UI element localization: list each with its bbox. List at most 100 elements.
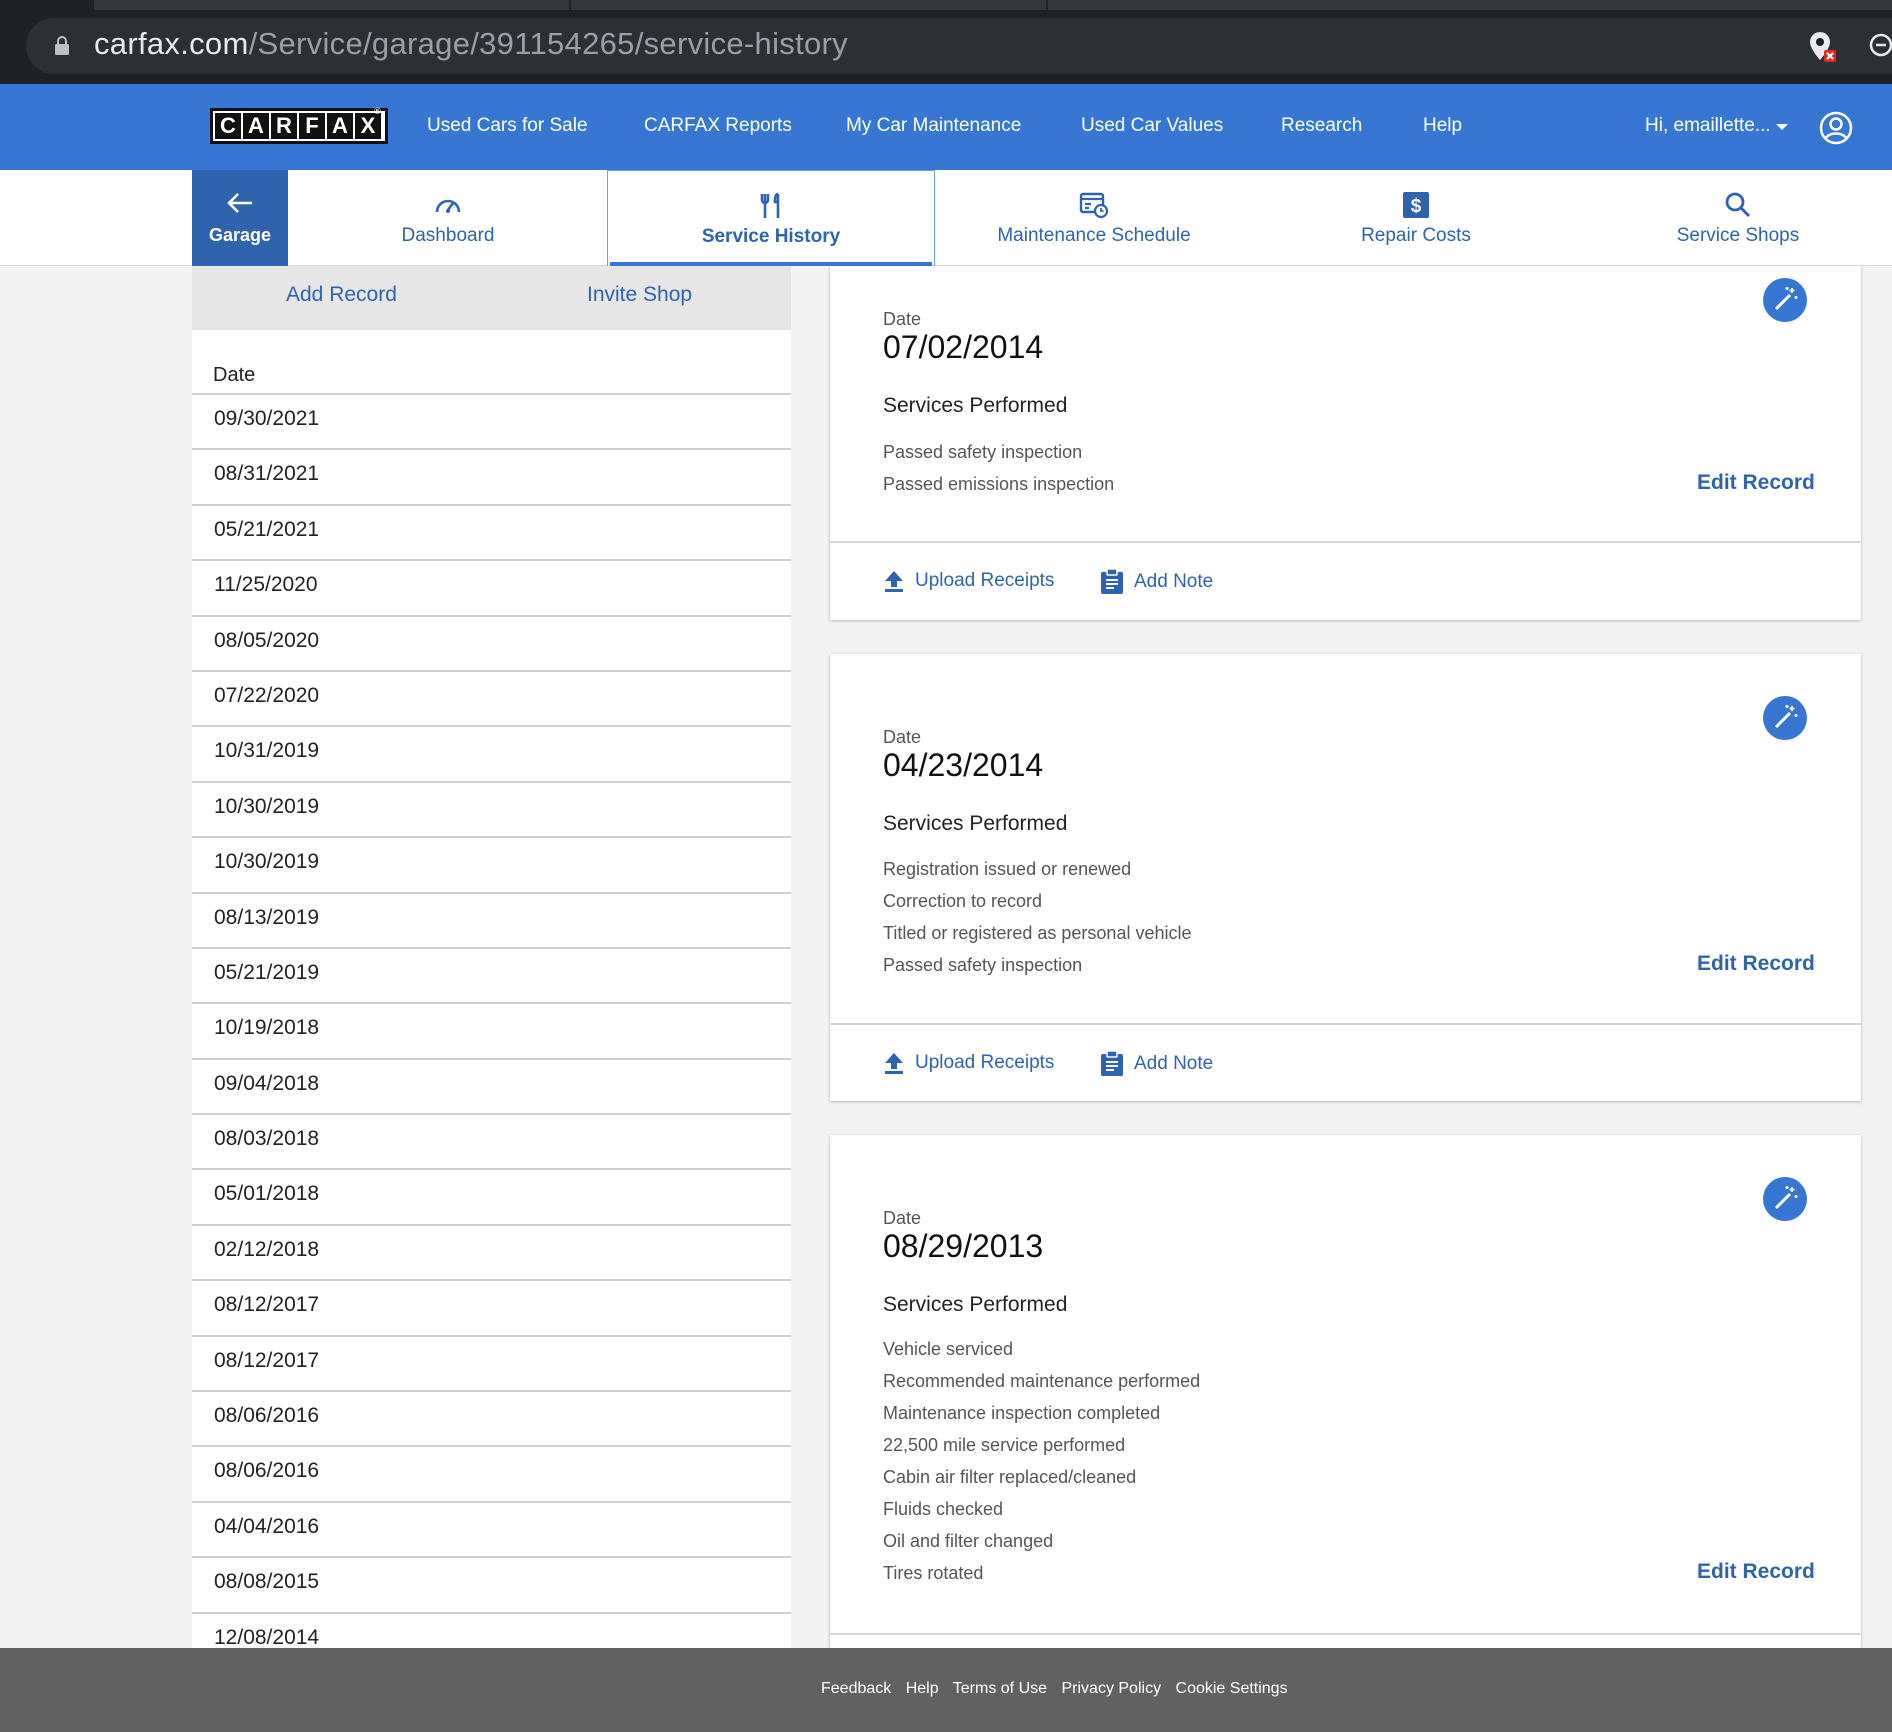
service-record-card: Date 04/23/2014 Services Performed Regis… bbox=[830, 654, 1861, 1101]
date-list-item[interactable]: 11/25/2020 bbox=[192, 561, 791, 617]
date-list-item[interactable]: 08/06/2016 bbox=[192, 1392, 791, 1448]
edit-record-button[interactable]: Edit Record bbox=[1697, 952, 1815, 976]
nav-research[interactable]: Research bbox=[1281, 115, 1362, 137]
tab-service-history[interactable]: Service History bbox=[607, 170, 935, 266]
date-list-item[interactable]: 08/06/2016 bbox=[192, 1447, 791, 1503]
service-item: Fluids checked bbox=[883, 1499, 1004, 1519]
date-list-item[interactable]: 05/01/2018 bbox=[192, 1170, 791, 1226]
service-item: Titled or registered as personal vehicle bbox=[883, 923, 1192, 943]
carfax-logo[interactable]: C A R F A X bbox=[210, 108, 388, 144]
date-label: Date bbox=[883, 309, 922, 329]
date-list-item[interactable]: 08/05/2020 bbox=[192, 617, 791, 672]
date-list-item[interactable]: 08/31/2021 bbox=[192, 450, 791, 506]
date-list-item[interactable]: 08/03/2018 bbox=[192, 1115, 791, 1171]
magic-wand-button[interactable] bbox=[1763, 1177, 1807, 1221]
browser-tab[interactable] bbox=[1048, 0, 1892, 10]
user-menu[interactable]: Hi, emaillette... bbox=[1645, 115, 1771, 137]
date-list-item[interactable]: 02/12/2018 bbox=[192, 1226, 791, 1282]
logo-trademark: ® bbox=[374, 106, 381, 116]
add-note-button[interactable]: Add Note bbox=[1100, 569, 1213, 595]
footer-terms-link[interactable]: Terms of Use bbox=[953, 1680, 1047, 1697]
account-icon[interactable] bbox=[1819, 111, 1853, 145]
search-icon bbox=[1725, 192, 1751, 218]
magic-wand-button[interactable] bbox=[1763, 278, 1807, 322]
date-list-item[interactable]: 07/22/2020 bbox=[192, 672, 791, 728]
service-item: Vehicle serviced bbox=[883, 1339, 1014, 1359]
date-list-item[interactable]: 10/19/2018 bbox=[192, 1004, 791, 1060]
tab-dashboard[interactable]: Dashboard bbox=[289, 170, 607, 266]
footer-links: Feedback Help Terms of Use Privacy Polic… bbox=[821, 1680, 1298, 1698]
date-label: Date bbox=[883, 1208, 922, 1228]
zoom-icon[interactable] bbox=[1868, 32, 1892, 58]
footer-feedback-link[interactable]: Feedback bbox=[821, 1680, 891, 1697]
record-date: 08/29/2013 bbox=[883, 1228, 1044, 1264]
upload-receipts-button[interactable]: Upload Receipts bbox=[883, 569, 1054, 593]
tab-label: Maintenance Schedule bbox=[997, 225, 1191, 246]
arrow-left-icon bbox=[227, 193, 252, 213]
service-item: Passed safety inspection bbox=[883, 442, 1083, 462]
garage-label: Garage bbox=[208, 225, 272, 245]
date-list-item[interactable]: 05/21/2019 bbox=[192, 949, 791, 1005]
logo-letter: X bbox=[355, 113, 381, 139]
chevron-down-icon[interactable] bbox=[1776, 124, 1788, 130]
service-record-card: Date 08/29/2013 Services Performed Vehic… bbox=[830, 1135, 1861, 1648]
footer-help-link[interactable]: Help bbox=[906, 1680, 939, 1697]
nav-help[interactable]: Help bbox=[1423, 115, 1462, 137]
add-note-button[interactable]: Add Note bbox=[1100, 1051, 1213, 1077]
site-header: C A R F A X ® Used Cars for Sale CARFAX … bbox=[0, 84, 1892, 170]
date-list: 09/30/2021 08/31/2021 05/21/2021 11/25/2020… bbox=[192, 393, 791, 1648]
service-item: Oil and filter changed bbox=[883, 1531, 1054, 1551]
date-list-item[interactable]: 08/12/2017 bbox=[192, 1337, 791, 1393]
date-label: Date bbox=[883, 727, 922, 747]
footer-privacy-link[interactable]: Privacy Policy bbox=[1061, 1680, 1161, 1697]
service-item: Cabin air filter replaced/cleaned bbox=[883, 1467, 1137, 1487]
date-list-item[interactable]: 10/31/2019 bbox=[192, 727, 791, 783]
date-list-item[interactable]: 08/13/2019 bbox=[192, 894, 791, 949]
magic-wand-icon bbox=[1774, 705, 1798, 729]
tab-label: Service Shops bbox=[1676, 225, 1800, 246]
date-list-item[interactable]: 12/08/2014 bbox=[192, 1614, 791, 1648]
date-list-item[interactable]: 04/04/2016 bbox=[192, 1503, 791, 1559]
logo-letter: C bbox=[215, 113, 241, 139]
edit-record-button[interactable]: Edit Record bbox=[1697, 1560, 1815, 1584]
nav-used-car-values[interactable]: Used Car Values bbox=[1081, 115, 1223, 137]
logo-letter: A bbox=[243, 113, 269, 139]
tab-repair-costs[interactable]: $ Repair Costs bbox=[1253, 170, 1579, 266]
date-list-item[interactable]: 10/30/2019 bbox=[192, 783, 791, 839]
date-list-item[interactable]: 09/30/2021 bbox=[192, 395, 791, 451]
record-date: 07/02/2014 bbox=[883, 329, 1044, 365]
invite-shop-button[interactable]: Invite Shop bbox=[587, 283, 692, 307]
service-item: Passed emissions inspection bbox=[883, 474, 1115, 494]
browser-tab[interactable] bbox=[94, 0, 569, 10]
service-record-card: Date 07/02/2014 Services Performed Passe… bbox=[830, 266, 1861, 620]
logo-letter: R bbox=[271, 113, 297, 139]
footer-cookie-settings-link[interactable]: Cookie Settings bbox=[1176, 1680, 1288, 1697]
magic-wand-button[interactable] bbox=[1763, 696, 1807, 740]
add-record-button[interactable]: Add Record bbox=[286, 283, 397, 307]
tab-maintenance-schedule[interactable]: Maintenance Schedule bbox=[935, 170, 1253, 266]
nav-carfax-reports[interactable]: CARFAX Reports bbox=[644, 115, 792, 137]
browser-chrome: carfax.com/Service/garage/391154265/serv… bbox=[0, 0, 1892, 84]
dollar-icon: $ bbox=[1403, 192, 1429, 218]
card-divider bbox=[830, 1633, 1861, 1635]
nav-used-cars[interactable]: Used Cars for Sale bbox=[427, 115, 588, 137]
date-list-item[interactable]: 08/08/2015 bbox=[192, 1558, 791, 1614]
date-list-item[interactable]: 09/04/2018 bbox=[192, 1060, 791, 1116]
url-path: /Service/garage/391154265/service-histor… bbox=[248, 26, 848, 61]
upload-receipts-button[interactable]: Upload Receipts bbox=[883, 1051, 1054, 1075]
date-list-item[interactable]: 08/12/2017 bbox=[192, 1281, 791, 1337]
tools-icon bbox=[760, 192, 780, 218]
magic-wand-icon bbox=[1774, 1186, 1798, 1210]
tab-service-shops[interactable]: Service Shops bbox=[1579, 170, 1892, 266]
date-list-item[interactable]: 10/30/2019 bbox=[192, 838, 791, 894]
date-list-item[interactable]: 05/21/2021 bbox=[192, 506, 791, 562]
upload-label: Upload Receipts bbox=[915, 1052, 1055, 1073]
location-blocked-icon[interactable] bbox=[1808, 30, 1838, 64]
edit-record-button[interactable]: Edit Record bbox=[1697, 471, 1815, 495]
nav-my-car-maintenance[interactable]: My Car Maintenance bbox=[846, 115, 1021, 137]
url-text[interactable]: carfax.com/Service/garage/391154265/serv… bbox=[94, 26, 848, 62]
garage-back-button[interactable]: Garage bbox=[192, 170, 288, 266]
add-note-label: Add Note bbox=[1134, 1053, 1214, 1074]
browser-tab[interactable] bbox=[571, 0, 1046, 10]
svg-text:$: $ bbox=[1411, 196, 1422, 217]
